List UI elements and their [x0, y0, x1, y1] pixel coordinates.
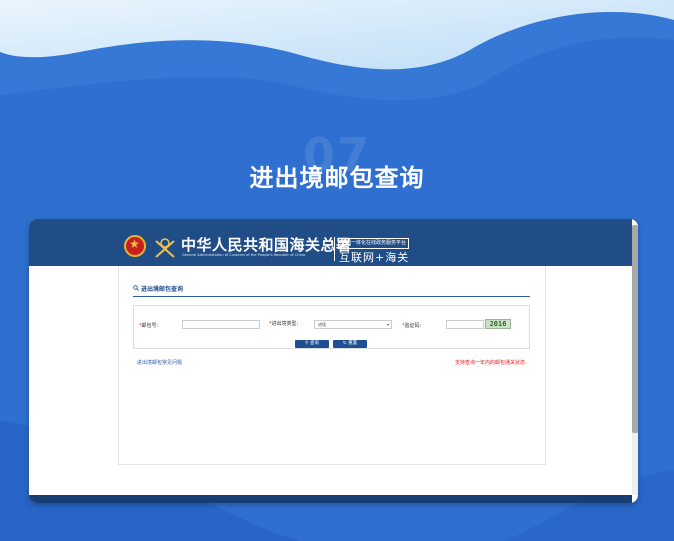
site-footer: [29, 495, 632, 503]
platform-label: 全国一体化在线政务服务平台: [338, 238, 410, 249]
captcha-label: *验证码:: [402, 323, 422, 329]
postal-no-label: *邮包号:: [139, 323, 159, 329]
platform-name: 互联网+海关: [339, 251, 410, 264]
entry-exit-label: *进出境类型:: [269, 321, 299, 327]
panel-title: 进出境邮包查询: [133, 284, 183, 293]
site-name: 中华人民共和国海关总署: [181, 236, 352, 254]
title-underline: [133, 296, 530, 297]
chevron-down-icon: ▾: [386, 322, 389, 327]
postal-no-input[interactable]: [182, 320, 260, 329]
scrollbar-thumb[interactable]: [632, 225, 638, 433]
captcha-image[interactable]: 2016: [485, 319, 511, 329]
national-emblem-icon: [124, 235, 146, 257]
site-name-english: General Administration of Customs of the…: [182, 253, 306, 257]
query-button[interactable]: ⚲ 查询: [295, 340, 329, 348]
reset-button[interactable]: ↻ 重置: [333, 340, 367, 348]
query-form: *邮包号: *进出境类型: 进境 ▾ *验证码: 2016 ⚲ 查询 ↻ 重置: [133, 305, 530, 349]
vertical-scrollbar[interactable]: [632, 225, 638, 495]
search-icon: [133, 285, 139, 293]
customs-logo-icon: [155, 238, 175, 258]
query-panel: 进出境邮包查询 *邮包号: *进出境类型: 进境 ▾ *验证码: 2016 ⚲ …: [118, 266, 546, 465]
captcha-input[interactable]: [446, 320, 484, 329]
page-title: 进出境邮包查询: [249, 164, 425, 192]
entry-exit-select[interactable]: 进境 ▾: [314, 320, 392, 329]
header-divider: [334, 237, 335, 261]
entry-exit-value: 进境: [318, 322, 326, 327]
browser-screenshot: 中华人民共和国海关总署 General Administration of Cu…: [29, 219, 638, 503]
query-range-note: 支持查询一年内的邮包通关状态: [454, 360, 525, 366]
faq-link[interactable]: 进出境邮包常见问题: [137, 359, 182, 366]
panel-title-text: 进出境邮包查询: [141, 286, 184, 293]
site-header: 中华人民共和国海关总署 General Administration of Cu…: [29, 219, 632, 266]
